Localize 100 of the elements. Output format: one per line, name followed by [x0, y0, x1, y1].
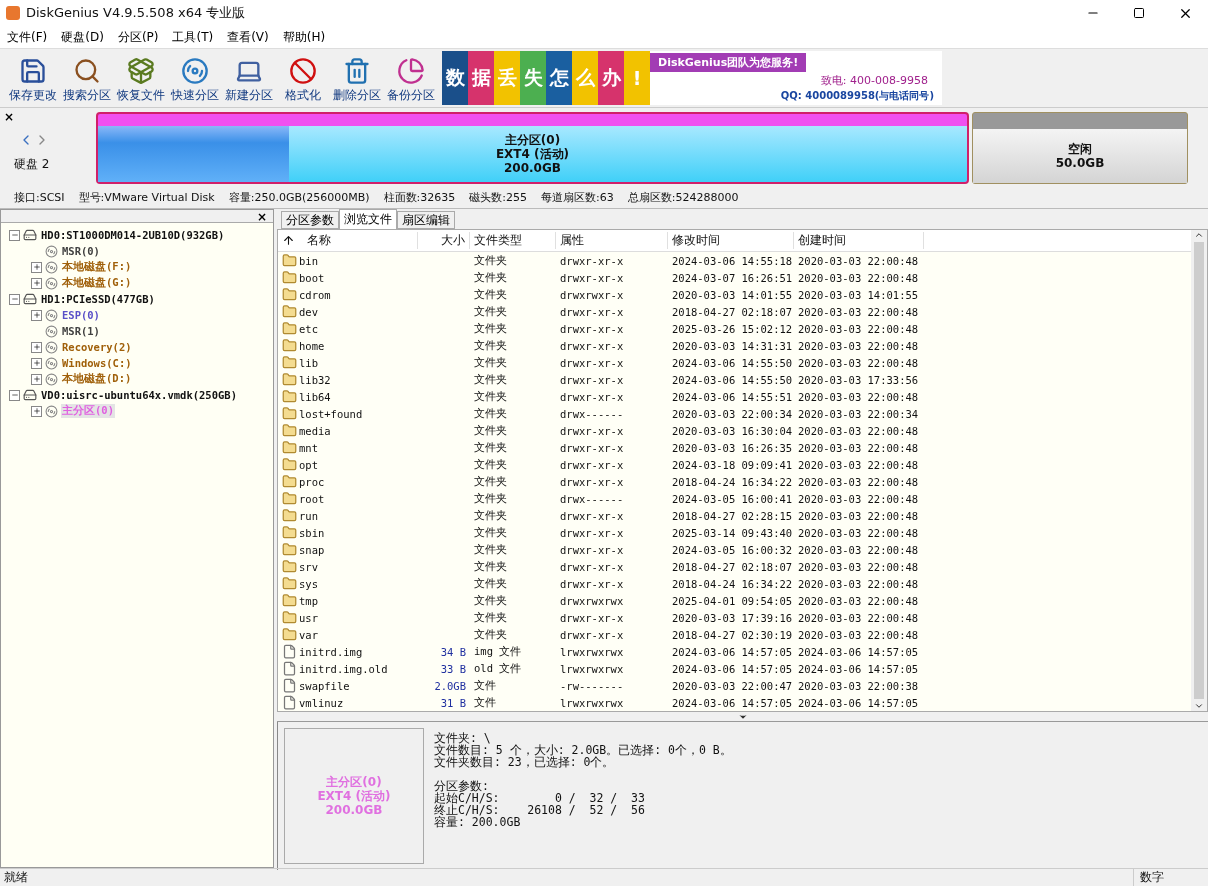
partition-tree-item[interactable]: 本地磁盘(F:) [61, 260, 133, 274]
partition-tree-item[interactable]: MSR(0) [61, 245, 101, 257]
disk-tree-item[interactable]: VD0:uisrc-ubuntu64x.vmdk(250GB) [40, 389, 238, 401]
menu-item[interactable]: 硬盘(D) [54, 27, 111, 47]
file-name[interactable]: initrd.img [299, 645, 363, 658]
file-attributes: lrwxrwxrwx [559, 696, 625, 709]
file-name[interactable]: etc [299, 322, 318, 335]
disk-tree-item[interactable]: HD1:PCIeSSD(477GB) [40, 293, 156, 305]
scroll-up-icon[interactable] [1194, 230, 1204, 240]
partition-tree-item[interactable]: MSR(1) [61, 325, 101, 337]
file-name[interactable]: snap [299, 543, 325, 556]
partition-block[interactable]: 主分区(0) EXT4 (活动) 200.0GB [96, 112, 969, 184]
file-name[interactable]: boot [299, 271, 325, 284]
disc-icon [181, 57, 209, 85]
ad-tile: 么 [572, 51, 598, 105]
file-name[interactable]: lib [299, 356, 318, 369]
expand-icon[interactable] [31, 341, 42, 353]
toolbar-button[interactable]: 恢复文件 [114, 53, 168, 107]
ad-phone: 致电: 400-008-9958 [820, 73, 928, 88]
toolbar-button[interactable]: 删除分区 [330, 53, 384, 107]
toolbar-button[interactable]: 格式化 [276, 53, 330, 107]
column-header[interactable]: 属性 [556, 232, 668, 249]
partition-tree-item[interactable]: Recovery(2) [61, 341, 133, 353]
tab[interactable]: 浏览文件 [339, 209, 397, 229]
menu-item[interactable]: 分区(P) [110, 27, 166, 47]
up-folder-icon[interactable] [282, 234, 295, 247]
collapse-icon[interactable] [9, 229, 20, 241]
column-header[interactable]: 文件类型 [470, 232, 556, 249]
ad-slogan: DiskGenius团队为您服务! [650, 53, 807, 72]
maximize-icon [1133, 7, 1145, 19]
file-name[interactable]: root [299, 492, 325, 505]
file-name[interactable]: var [299, 628, 318, 641]
file-name[interactable]: srv [299, 560, 318, 573]
column-header[interactable]: 名称 [307, 232, 331, 249]
file-name[interactable]: bin [299, 254, 318, 267]
free-space-block[interactable]: 空闲 50.0GB [971, 112, 1188, 184]
file-name[interactable]: swapfile [299, 679, 350, 692]
detail-text: 容量: 200.0GB [434, 816, 522, 828]
toolbar-button[interactable]: 快速分区 [168, 53, 222, 107]
column-header[interactable]: 修改时间 [668, 232, 794, 249]
collapse-icon[interactable] [9, 389, 20, 401]
disk-info-text: 型号:VMware Virtual Disk [78, 189, 215, 205]
partition-tree-item[interactable]: 本地磁盘(D:) [61, 372, 133, 386]
file-name[interactable]: dev [299, 305, 318, 318]
created-time: 2020-03-03 22:00:48 [797, 305, 920, 318]
close-button[interactable]: × [4, 110, 16, 124]
file-name[interactable]: cdrom [299, 288, 331, 301]
created-time: 2024-03-06 14:57:05 [797, 662, 920, 675]
column-header[interactable]: 大小 [418, 232, 470, 249]
file-attributes: drwxr-xr-x [559, 424, 625, 437]
partition-tree-item[interactable]: 本地磁盘(G:) [61, 276, 133, 290]
vertical-scrollbar[interactable] [1191, 230, 1207, 711]
ad-tile: 办 [598, 51, 624, 105]
expand-icon[interactable] [31, 277, 42, 289]
file-name[interactable]: tmp [299, 594, 318, 607]
file-name[interactable]: lib32 [299, 373, 331, 386]
modified-time: 2024-03-06 14:55:51 [671, 390, 794, 403]
expand-icon[interactable] [31, 261, 42, 273]
toolbar-button[interactable]: 搜索分区 [60, 53, 114, 107]
file-name[interactable]: lib64 [299, 390, 331, 403]
file-attributes: drwxr-xr-x [559, 611, 625, 624]
collapse-icon[interactable] [9, 293, 20, 305]
menu-item[interactable]: 工具(T) [165, 27, 221, 47]
partition-card-text: 主分区(0) [326, 775, 382, 789]
file-name[interactable]: sbin [299, 526, 325, 539]
file-name[interactable]: proc [299, 475, 325, 488]
ad-tile: 数 [442, 51, 468, 105]
disk-tree-item[interactable]: HD0:ST1000DM014-2UB10D(932GB) [40, 229, 226, 241]
toolbar-button[interactable]: 备份分区 [384, 53, 438, 107]
file-name[interactable]: lost+found [299, 407, 363, 420]
file-name[interactable]: mnt [299, 441, 318, 454]
created-time: 2020-03-03 22:00:48 [797, 271, 920, 284]
splitter-handle-icon[interactable] [737, 712, 748, 722]
partition-tree-item[interactable]: ESP(0) [61, 309, 101, 321]
expand-icon[interactable] [31, 405, 42, 417]
menu-item[interactable]: 帮助(H) [275, 27, 333, 47]
menu-item[interactable]: 查看(V) [220, 27, 276, 47]
toolbar-button[interactable]: 新建分区 [222, 53, 276, 107]
file-name[interactable]: usr [299, 611, 318, 624]
file-size: 31 B [440, 696, 466, 709]
tab[interactable]: 扇区编辑 [397, 211, 455, 229]
file-name[interactable]: initrd.img.old [299, 662, 388, 675]
folder-icon [282, 423, 297, 438]
menu-item[interactable]: 文件(F) [0, 27, 55, 47]
tab[interactable]: 分区参数 [281, 211, 339, 229]
partition-tree-item[interactable]: Windows(C:) [61, 357, 133, 369]
toolbar-button[interactable]: 保存更改 [6, 53, 60, 107]
scroll-down-icon[interactable] [1194, 701, 1204, 711]
file-name[interactable]: run [299, 509, 318, 522]
file-name[interactable]: home [299, 339, 325, 352]
file-name[interactable]: sys [299, 577, 318, 590]
close-button[interactable]: × [257, 210, 269, 222]
expand-icon[interactable] [31, 373, 42, 385]
modified-time: 2024-03-07 16:26:51 [671, 271, 794, 284]
expand-icon[interactable] [31, 357, 42, 369]
column-header[interactable]: 创建时间 [794, 232, 924, 249]
file-name[interactable]: vmlinuz [299, 696, 344, 709]
file-name[interactable]: media [299, 424, 331, 437]
expand-icon[interactable] [31, 309, 42, 321]
file-name[interactable]: opt [299, 458, 318, 471]
